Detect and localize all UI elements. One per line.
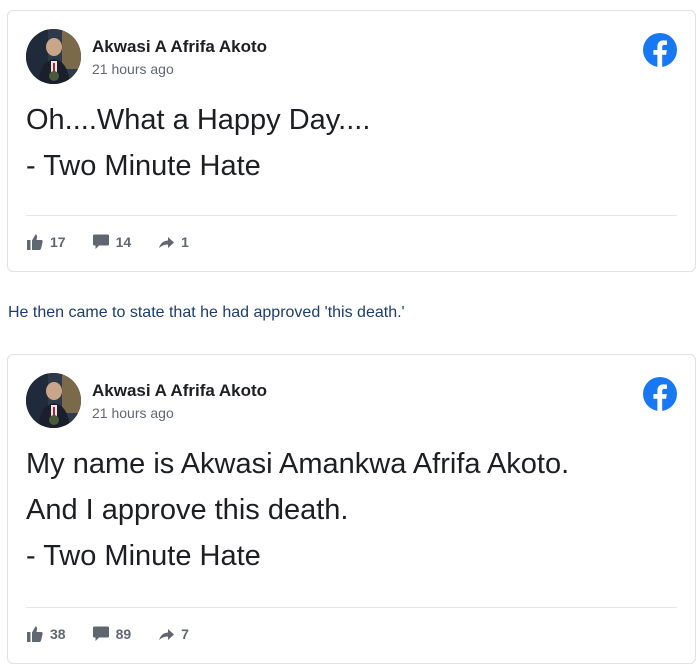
comment-count-value: 89 — [115, 626, 132, 642]
like-count-value: 17 — [50, 234, 66, 250]
like-count[interactable]: 38 — [26, 625, 66, 643]
article-caption: He then came to state that he had approv… — [8, 304, 405, 321]
share-arrow-icon — [157, 625, 181, 643]
like-count[interactable]: 17 — [26, 233, 66, 251]
author-avatar[interactable] — [26, 373, 81, 428]
post-timestamp[interactable]: 21 hours ago — [92, 61, 174, 77]
post-divider — [26, 607, 677, 608]
post-timestamp[interactable]: 21 hours ago — [92, 405, 174, 421]
engagement-bar: 17 14 1 — [26, 233, 215, 251]
share-count-value: 7 — [181, 626, 189, 642]
share-arrow-icon — [157, 233, 181, 251]
comment-count[interactable]: 89 — [92, 625, 132, 643]
comment-bubble-icon — [92, 233, 116, 251]
post-text-line: My name is Akwasi Amankwa Afrifa Akoto. — [26, 448, 570, 480]
comment-count[interactable]: 14 — [92, 233, 132, 251]
post-divider — [26, 215, 677, 216]
post-author-name[interactable]: Akwasi A Afrifa Akoto — [92, 381, 267, 401]
like-count-value: 38 — [50, 626, 66, 642]
share-count-value: 1 — [181, 234, 189, 250]
facebook-post-card: Akwasi A Afrifa Akoto 21 hours ago Oh...… — [7, 10, 696, 272]
post-text-line: And I approve this death. — [26, 494, 349, 526]
share-count[interactable]: 1 — [157, 233, 189, 251]
author-avatar[interactable] — [26, 29, 81, 84]
comment-bubble-icon — [92, 625, 116, 643]
facebook-icon[interactable] — [643, 33, 677, 67]
comment-count-value: 14 — [115, 234, 132, 250]
post-body: My name is Akwasi Amankwa Afrifa Akoto. … — [26, 441, 666, 579]
share-count[interactable]: 7 — [157, 625, 189, 643]
thumbs-up-icon — [26, 625, 50, 643]
post-text-line: - Two Minute Hate — [26, 150, 261, 182]
thumbs-up-icon — [26, 233, 50, 251]
facebook-post-card: Akwasi A Afrifa Akoto 21 hours ago My na… — [7, 354, 696, 664]
post-text-line: Oh....What a Happy Day.... — [26, 104, 371, 136]
engagement-bar: 38 89 7 — [26, 625, 215, 643]
post-text-line: - Two Minute Hate — [26, 540, 261, 572]
post-author-name[interactable]: Akwasi A Afrifa Akoto — [92, 37, 267, 57]
post-body: Oh....What a Happy Day.... - Two Minute … — [26, 97, 666, 189]
facebook-icon[interactable] — [643, 377, 677, 411]
